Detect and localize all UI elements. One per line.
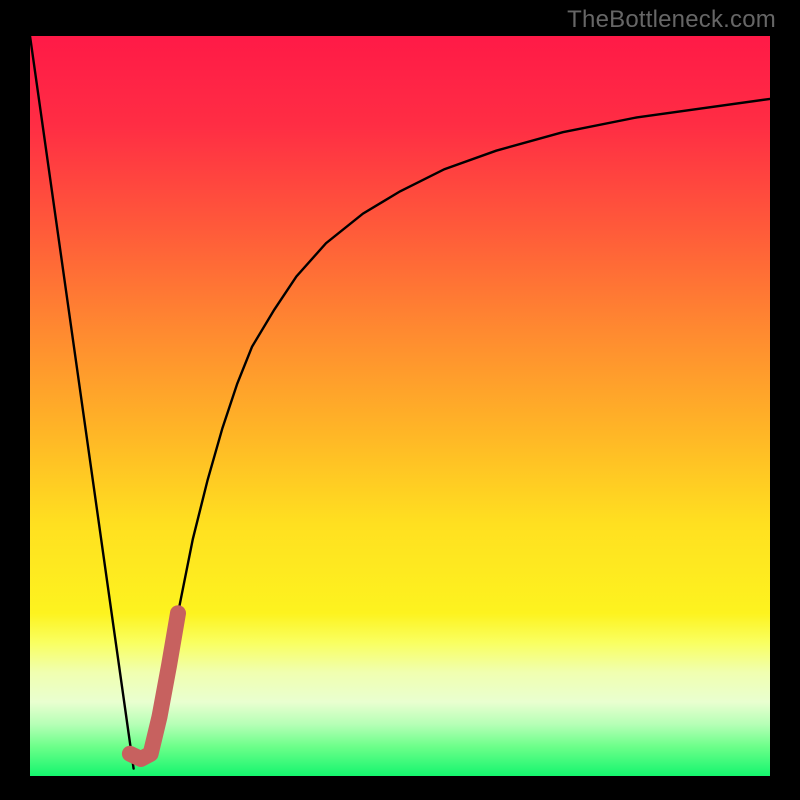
chart-container: TheBottleneck.com [0, 0, 800, 800]
watermark: TheBottleneck.com [567, 6, 776, 34]
left-falling-line [30, 36, 134, 769]
right-rising-curve [148, 99, 770, 754]
bottleneck-curves [30, 36, 770, 776]
highlight-stroke [130, 613, 178, 759]
plot-area [30, 36, 770, 776]
